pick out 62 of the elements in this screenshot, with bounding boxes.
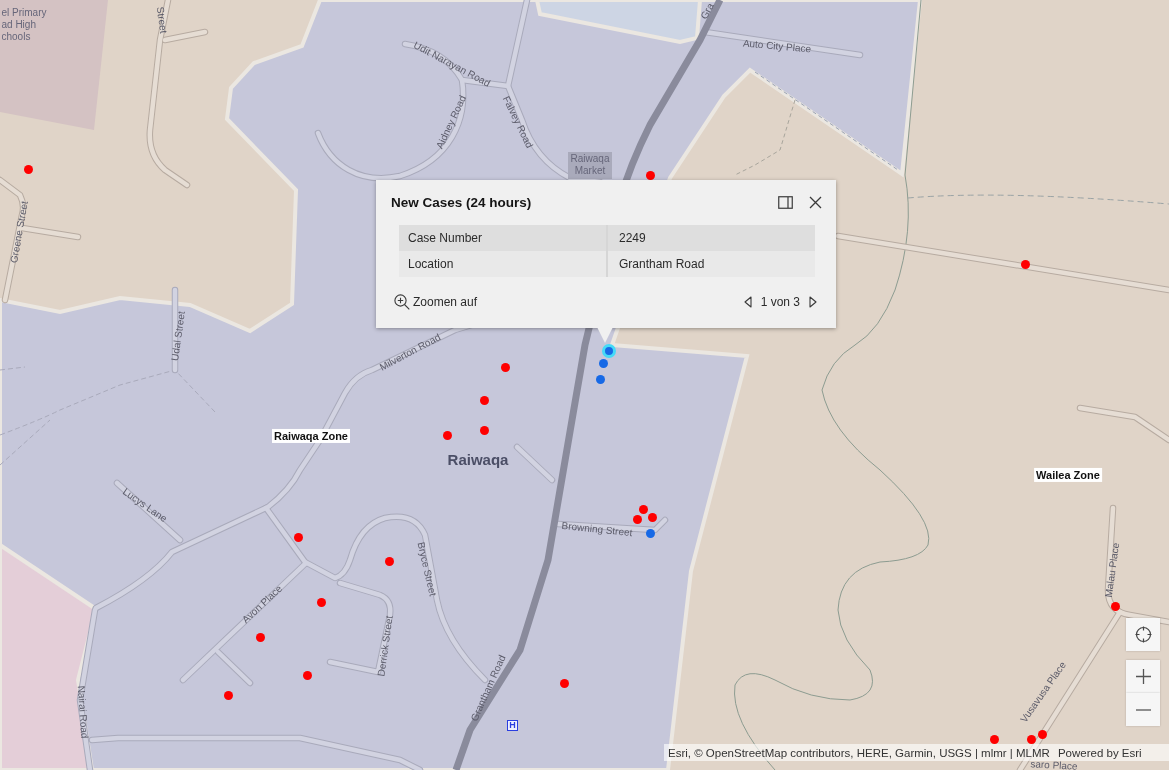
street-label: Gra	[698, 1, 716, 21]
case-marker-icon[interactable]	[316, 597, 326, 607]
field-value-cell: Grantham Road	[606, 251, 815, 277]
hospital-sign: H	[507, 720, 518, 731]
place-label: el Primary ad High chools	[1, 7, 47, 43]
street-label: Malau Place	[1102, 542, 1122, 598]
case-marker-icon[interactable]	[638, 504, 648, 514]
case-marker-icon[interactable]	[442, 430, 452, 440]
zoom-out-button[interactable]	[1126, 693, 1160, 726]
case-marker-icon[interactable]	[559, 678, 569, 688]
previous-icon[interactable]	[743, 296, 752, 308]
case-marker-icon[interactable]	[645, 528, 655, 538]
zoom-in-icon	[394, 294, 410, 310]
plus-icon	[1135, 669, 1151, 684]
powered-by-link[interactable]: Powered by Esri	[1057, 746, 1142, 759]
case-marker-icon[interactable]	[302, 670, 312, 680]
street-label: Greene Street	[8, 200, 30, 264]
zone-label: Wailea Zone	[1034, 467, 1102, 483]
case-marker-icon[interactable]	[1110, 601, 1120, 611]
attribution-text: Esri, © OpenStreetMap contributors, HERE, Garmin, USGS | mlmr | MLMR	[668, 746, 1050, 759]
street-label: Auto City Place	[742, 37, 812, 55]
case-marker-icon[interactable]	[989, 734, 999, 744]
popup-title: New Cases (24 hours)	[391, 194, 533, 210]
case-marker-icon[interactable]	[384, 556, 394, 566]
street-label: Bryce Street	[415, 540, 439, 598]
field-value-cell: 2249	[606, 225, 815, 251]
field-label-cell: Case Number	[399, 225, 606, 251]
street-label: Street	[154, 6, 170, 34]
place-label: Raiwaqa Market	[570, 153, 610, 177]
case-marker-icon[interactable]	[1020, 259, 1030, 269]
street-label: Nairai Road	[75, 685, 91, 739]
area-label: Raiwaqa	[447, 451, 509, 469]
case-marker-icon[interactable]	[293, 532, 303, 542]
case-marker-icon[interactable]	[500, 362, 510, 372]
street-label: saro Place	[1030, 758, 1078, 770]
case-marker-icon[interactable]	[1037, 729, 1047, 739]
street-label: Derrick Street	[375, 614, 395, 678]
street-label: Udal Street	[169, 310, 187, 362]
case-marker-icon[interactable]	[645, 170, 655, 180]
page-counter: 1 von 3	[760, 295, 800, 309]
crosshair-icon	[1134, 626, 1152, 643]
zoom-in-button[interactable]	[1126, 660, 1160, 693]
zone-label: Raiwaqa Zone	[272, 428, 350, 444]
next-icon[interactable]	[809, 296, 817, 308]
case-marker-icon[interactable]	[598, 358, 608, 368]
close-icon[interactable]	[809, 195, 822, 209]
case-marker-icon[interactable]	[479, 425, 489, 435]
field-label-cell: Location	[399, 251, 606, 277]
case-marker-icon[interactable]	[223, 690, 233, 700]
case-marker-icon[interactable]	[647, 512, 657, 522]
street-label: Falvey Road	[500, 94, 536, 150]
case-marker-icon[interactable]	[479, 395, 489, 405]
case-marker-icon[interactable]	[632, 514, 642, 524]
case-marker-icon[interactable]	[1026, 734, 1036, 744]
case-marker-icon[interactable]	[255, 632, 265, 642]
case-marker-icon[interactable]	[595, 374, 605, 384]
case-marker-icon[interactable]	[23, 164, 33, 174]
street-label: Browning Street	[561, 519, 633, 539]
locate-button[interactable]	[1126, 618, 1160, 651]
dock-icon[interactable]	[778, 195, 793, 209]
minus-icon	[1135, 708, 1151, 711]
zoom-to-button[interactable]: Zoomen auf	[394, 294, 478, 310]
